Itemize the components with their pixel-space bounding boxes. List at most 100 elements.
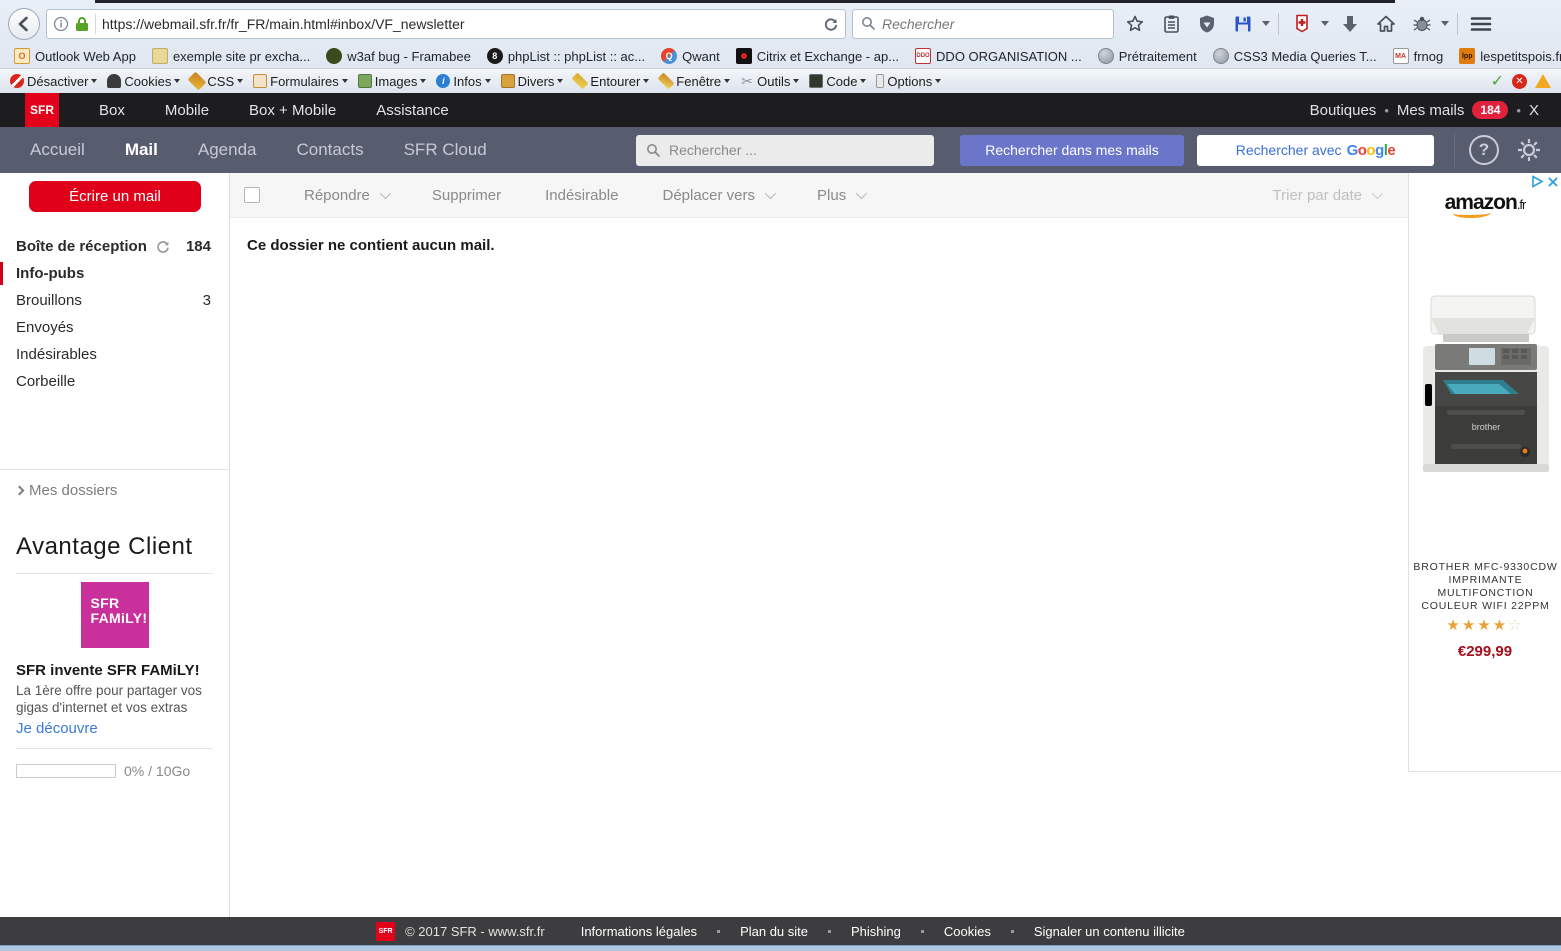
site-info-icon[interactable] bbox=[53, 16, 69, 32]
info-icon: i bbox=[436, 74, 450, 88]
folder-inbox[interactable]: Boîte de réception 184 bbox=[0, 233, 229, 260]
reload-icon[interactable] bbox=[823, 16, 839, 32]
folder-indesirables[interactable]: Indésirables bbox=[0, 341, 229, 368]
printer-image[interactable]: brother bbox=[1417, 288, 1555, 478]
addon-health-button[interactable] bbox=[1287, 9, 1317, 39]
bookmark-w3af[interactable]: w3af bug - Framabee bbox=[320, 46, 477, 66]
nav-agenda[interactable]: Agenda bbox=[198, 140, 257, 160]
amazon-logo-wrap[interactable]: amazon.fr bbox=[1409, 191, 1561, 215]
shield-button[interactable] bbox=[1192, 9, 1222, 39]
compose-button[interactable]: Écrire un mail bbox=[29, 181, 201, 212]
junk-button[interactable]: Indésirable bbox=[545, 187, 618, 204]
search-google-button[interactable]: Rechercher avec Google bbox=[1197, 135, 1434, 166]
topbar-item-box-mobile[interactable]: Box + Mobile bbox=[249, 102, 336, 119]
devbar-divers[interactable]: Divers bbox=[497, 72, 568, 91]
search-icon bbox=[646, 143, 661, 158]
devbar-cookies[interactable]: Cookies bbox=[103, 72, 184, 91]
sort-by-date-button[interactable]: Trier par date bbox=[1273, 187, 1380, 204]
ad-product-title[interactable]: BROTHER MFC-9330CDW IMPRIMANTE MULTIFONC… bbox=[1413, 561, 1558, 613]
topbar-mes-mails[interactable]: Mes mails bbox=[1397, 102, 1465, 119]
bookmark-pretraitement[interactable]: Prétraitement bbox=[1092, 46, 1203, 66]
addon-dropdown-caret[interactable] bbox=[1321, 21, 1329, 26]
bug-report-button[interactable] bbox=[1407, 9, 1437, 39]
sfr-family-logo[interactable]: SFR FAMiLY! bbox=[81, 582, 149, 648]
folder-count: 184 bbox=[186, 238, 211, 255]
devbar-css[interactable]: CSS bbox=[186, 72, 247, 91]
folder-envoyes[interactable]: Envoyés bbox=[0, 314, 229, 341]
topbar-item-box[interactable]: Box bbox=[99, 102, 125, 119]
reply-button[interactable]: Répondre bbox=[304, 187, 388, 204]
delete-button[interactable]: Supprimer bbox=[432, 187, 501, 204]
mail-search-input[interactable]: Rechercher ... bbox=[636, 135, 934, 166]
footer-link-report[interactable]: Signaler un contenu illicite bbox=[1034, 924, 1185, 939]
footer-link-legal[interactable]: Informations légales bbox=[581, 924, 697, 939]
devbar-images[interactable]: Images bbox=[354, 72, 431, 91]
more-button[interactable]: Plus bbox=[817, 187, 864, 204]
bookmark-folder-exemple[interactable]: exemple site pr excha... bbox=[146, 46, 316, 66]
devbar-outils[interactable]: ✂ Outils bbox=[736, 72, 803, 91]
topbar-item-assistance[interactable]: Assistance bbox=[376, 102, 449, 119]
bookmark-frnog[interactable]: MA frnog bbox=[1387, 46, 1450, 66]
devbar-desactiver[interactable]: Désactiver bbox=[6, 72, 101, 91]
select-all-checkbox[interactable] bbox=[244, 187, 260, 203]
folder-brouillons[interactable]: Brouillons 3 bbox=[0, 287, 229, 314]
ad-price[interactable]: €299,99 bbox=[1409, 643, 1561, 660]
folder-corbeille[interactable]: Corbeille bbox=[0, 368, 229, 395]
topbar-item-mobile[interactable]: Mobile bbox=[165, 102, 209, 119]
bookmark-lespetitspois[interactable]: lpp lespetitspois.fr | ça me... bbox=[1453, 46, 1561, 66]
refresh-icon[interactable] bbox=[155, 239, 171, 255]
move-to-button[interactable]: Déplacer vers bbox=[662, 187, 773, 204]
url-text[interactable]: https://webmail.sfr.fr/fr_FR/main.html#i… bbox=[102, 16, 817, 32]
home-button[interactable] bbox=[1371, 9, 1401, 39]
bookmark-phplist[interactable]: 8 phpList :: phpList :: ac... bbox=[481, 46, 651, 66]
ad-rating-stars[interactable]: ★★★★☆ bbox=[1409, 616, 1561, 634]
topbar-boutiques[interactable]: Boutiques bbox=[1310, 102, 1377, 119]
ad-panel[interactable]: amazon.fr brother BROTHER MFC-9330CDW IM… bbox=[1408, 173, 1561, 772]
footer-link-phishing[interactable]: Phishing bbox=[851, 924, 901, 939]
devbar-fenetre[interactable]: Fenêtre bbox=[655, 72, 734, 91]
promo-link[interactable]: Je découvre bbox=[16, 720, 98, 737]
valid-check-icon[interactable]: ✓ bbox=[1491, 71, 1504, 91]
sfr-logo[interactable]: SFR bbox=[25, 93, 59, 127]
bookmark-qwant[interactable]: Q Qwant bbox=[655, 46, 726, 66]
bookmark-css3-media[interactable]: CSS3 Media Queries T... bbox=[1207, 46, 1383, 66]
help-button[interactable]: ? bbox=[1469, 135, 1499, 165]
footer-link-sitemap[interactable]: Plan du site bbox=[740, 924, 808, 939]
bookmark-star-button[interactable] bbox=[1120, 9, 1150, 39]
downloads-button[interactable] bbox=[1335, 9, 1365, 39]
image-icon bbox=[358, 74, 372, 88]
nav-contacts[interactable]: Contacts bbox=[297, 140, 364, 160]
save-dropdown-caret[interactable] bbox=[1262, 21, 1270, 26]
back-button[interactable] bbox=[8, 8, 40, 40]
caret-down-icon bbox=[420, 79, 426, 83]
save-page-button[interactable] bbox=[1228, 9, 1258, 39]
error-icon[interactable]: ✕ bbox=[1512, 74, 1527, 89]
bug-dropdown-caret[interactable] bbox=[1441, 21, 1449, 26]
footer-link-cookies[interactable]: Cookies bbox=[944, 924, 991, 939]
nav-accueil[interactable]: Accueil bbox=[30, 140, 85, 160]
devbar-label: Entourer bbox=[590, 74, 640, 89]
bookmarks-panel-button[interactable] bbox=[1156, 9, 1186, 39]
devbar-infos[interactable]: i Infos bbox=[432, 72, 494, 91]
devbar-code[interactable]: Code bbox=[805, 72, 870, 91]
search-mails-button[interactable]: Rechercher dans mes mails bbox=[960, 135, 1184, 166]
settings-button[interactable] bbox=[1515, 136, 1543, 164]
browser-search-bar[interactable]: Rechercher bbox=[852, 9, 1114, 39]
ad-close-icon[interactable] bbox=[1547, 176, 1559, 188]
bookmark-ddo[interactable]: DDO DDO ORGANISATION ... bbox=[909, 46, 1088, 66]
folder-label: Boîte de réception bbox=[16, 238, 147, 255]
topbar-close[interactable]: X bbox=[1529, 102, 1539, 119]
menu-button[interactable] bbox=[1466, 9, 1496, 39]
nav-mail[interactable]: Mail bbox=[125, 140, 158, 160]
warning-icon[interactable] bbox=[1535, 74, 1551, 88]
folder-info-pubs[interactable]: Info-pubs bbox=[0, 260, 229, 287]
devbar-formulaires[interactable]: Formulaires bbox=[249, 72, 352, 91]
nav-sfr-cloud[interactable]: SFR Cloud bbox=[404, 140, 487, 160]
url-bar[interactable]: https://webmail.sfr.fr/fr_FR/main.html#i… bbox=[46, 9, 846, 39]
my-folders-toggle[interactable]: Mes dossiers bbox=[0, 470, 229, 511]
devbar-options[interactable]: Options bbox=[872, 72, 945, 91]
devbar-entourer[interactable]: Entourer bbox=[569, 72, 653, 91]
adchoices-icon[interactable] bbox=[1531, 175, 1544, 188]
bookmark-outlook[interactable]: O Outlook Web App bbox=[8, 46, 142, 66]
bookmark-citrix[interactable]: Citrix et Exchange - ap... bbox=[730, 46, 905, 66]
